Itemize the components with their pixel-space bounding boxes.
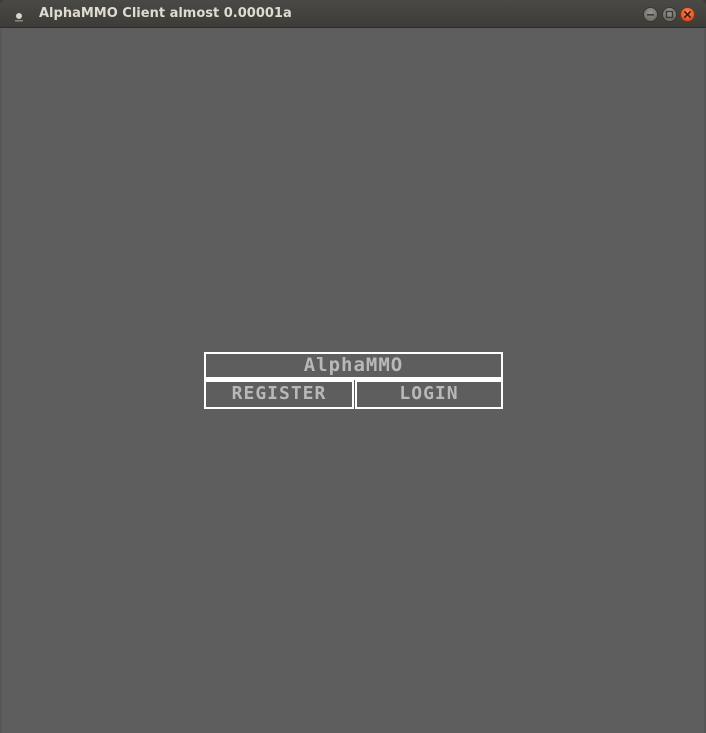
app-icon[interactable] — [13, 8, 25, 22]
main-menu: AlphaMMO REGISTER LOGIN — [204, 352, 503, 409]
maximize-icon — [662, 7, 677, 22]
register-button[interactable]: REGISTER — [204, 380, 354, 409]
minimize-button[interactable] — [643, 7, 658, 22]
window-title: AlphaMMO Client almost 0.00001a — [39, 6, 292, 21]
close-icon — [680, 7, 695, 22]
maximize-button[interactable] — [662, 7, 677, 22]
minimize-icon — [643, 7, 658, 22]
close-button[interactable] — [680, 7, 695, 22]
window-border-left — [0, 29, 2, 733]
app-window: AlphaMMO Client almost 0.00001a AlphaMMO… — [0, 0, 706, 733]
login-button[interactable]: LOGIN — [355, 380, 503, 409]
title-bar[interactable]: AlphaMMO Client almost 0.00001a — [0, 0, 706, 28]
game-title: AlphaMMO — [303, 354, 404, 376]
